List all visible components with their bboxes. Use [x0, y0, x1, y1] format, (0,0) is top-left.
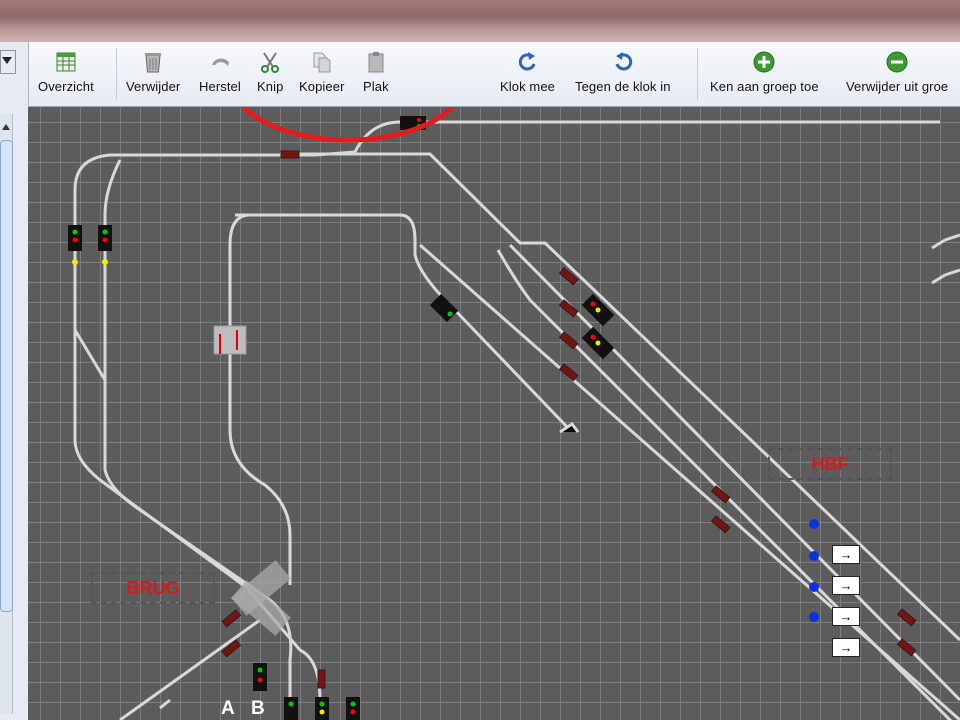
- undo-button[interactable]: Herstel: [199, 42, 241, 106]
- undo-icon: [211, 58, 229, 66]
- signals: [68, 116, 615, 720]
- scissors-icon: [261, 52, 280, 73]
- overview-button[interactable]: Overzicht: [38, 42, 94, 106]
- sensor-block: [317, 669, 326, 689]
- chevron-down-icon: [2, 57, 12, 64]
- signal: [315, 697, 329, 720]
- toolbar: Overzicht Verwijder Herstel Knip Kopieer: [0, 42, 960, 107]
- sensor-block: [221, 609, 242, 628]
- sensor-block: [896, 638, 917, 657]
- sensor-block: [221, 639, 242, 658]
- buffer-stop: [931, 238, 946, 285]
- sensor-block: [710, 485, 731, 504]
- add-to-group-button[interactable]: Ken aan groep toe: [710, 42, 819, 106]
- uncoupler: [213, 325, 247, 355]
- cut-button[interactable]: Knip: [257, 42, 283, 106]
- sensor-block: [558, 363, 579, 382]
- sensor-blocks: [221, 150, 917, 689]
- buffer-stop: [559, 421, 580, 434]
- track-diagram: [68, 107, 960, 720]
- toolbar-separator: [697, 48, 698, 100]
- direction-arrow-box[interactable]: →: [832, 545, 860, 564]
- rotate-counterclockwise-icon: [615, 52, 632, 71]
- sensor-block: [896, 608, 917, 627]
- zone-label-hbf: HBF: [768, 448, 892, 480]
- toolbar-separator: [116, 48, 117, 100]
- sensor-dot: [809, 519, 819, 529]
- signal: [429, 293, 459, 323]
- track-label-b: B: [251, 698, 265, 719]
- signal: [98, 225, 112, 265]
- sensor-block: [280, 150, 300, 159]
- bridge: [231, 560, 291, 636]
- sensor-block: [710, 515, 731, 534]
- panel-scrollbar[interactable]: [0, 114, 13, 714]
- track-lines: [73, 120, 960, 720]
- sensor-dot: [809, 582, 819, 592]
- signal: [346, 697, 360, 720]
- copy-icon: [313, 52, 331, 73]
- sensor-dots: [809, 519, 819, 622]
- left-side-panel: [0, 42, 29, 720]
- track-label-a: A: [221, 698, 235, 719]
- sensor-dot: [809, 612, 819, 622]
- rotate-counterclockwise-button[interactable]: Tegen de klok in: [575, 42, 671, 106]
- zone-label-brug: BRUG: [91, 572, 215, 604]
- copy-button[interactable]: Kopieer: [299, 42, 345, 106]
- delete-button[interactable]: Verwijder: [126, 42, 180, 106]
- direction-arrow-box[interactable]: →: [832, 607, 860, 626]
- direction-arrow-box[interactable]: →: [832, 638, 860, 657]
- track-layout-canvas[interactable]: HBF BRUG → → → → A B: [28, 107, 960, 720]
- grid-icon: [56, 52, 76, 72]
- sensor-block: [558, 331, 579, 350]
- rotate-clockwise-button[interactable]: Klok mee: [500, 42, 555, 106]
- scroll-thumb[interactable]: [0, 140, 13, 612]
- dropdown-toggle[interactable]: [0, 50, 16, 74]
- track-main-diagonal: [280, 152, 960, 642]
- add-group-icon: [753, 51, 775, 73]
- rotate-clockwise-icon: [518, 52, 535, 71]
- remove-from-group-button[interactable]: Verwijder uit groe: [846, 42, 948, 106]
- remove-group-icon: [886, 51, 908, 73]
- sensor-dot: [809, 551, 819, 561]
- scroll-up-arrow-icon[interactable]: [2, 124, 10, 130]
- window-title-bar: [0, 0, 960, 42]
- signal: [253, 663, 267, 691]
- trash-icon: [145, 53, 162, 73]
- paste-button[interactable]: Plak: [363, 42, 389, 106]
- signal: [581, 326, 615, 360]
- annotation-circle: [240, 107, 456, 143]
- paste-icon: [368, 52, 384, 73]
- signal: [284, 697, 298, 720]
- direction-arrow-box[interactable]: →: [832, 576, 860, 595]
- signal: [68, 225, 82, 265]
